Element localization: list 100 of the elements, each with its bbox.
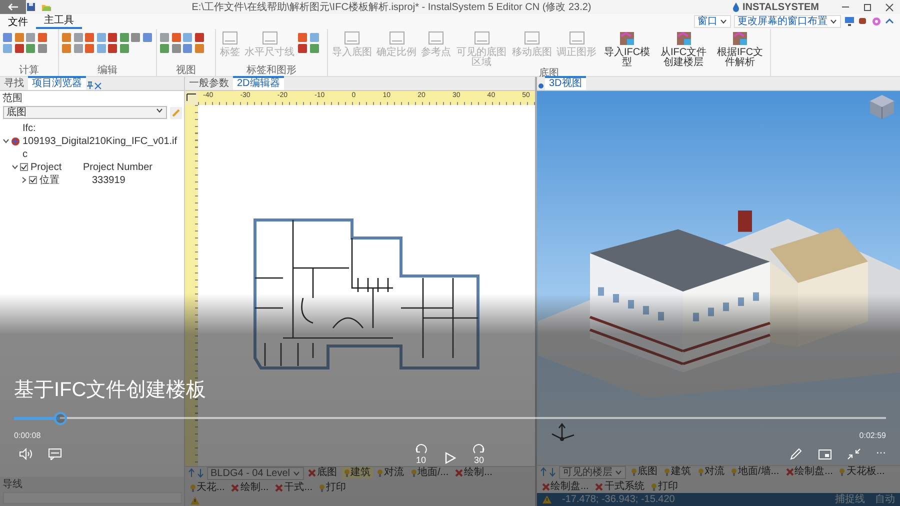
volume-icon: [19, 448, 33, 460]
layer-tab[interactable]: 天花...: [188, 482, 227, 494]
ribbon-button[interactable]: 根据IFC文件解析: [713, 30, 767, 68]
pin-icon[interactable]: [86, 80, 94, 90]
floor-select[interactable]: 可见的楼层: [558, 466, 626, 478]
rewind-button[interactable]: 10: [414, 444, 428, 464]
panel-tab[interactable]: 寻找: [0, 78, 28, 90]
ribbon-tool-icon: [523, 30, 541, 47]
picture-in-picture-button[interactable]: [818, 448, 832, 460]
ribbon-tool-icon: [472, 30, 490, 47]
layer-tab[interactable]: 打印: [648, 481, 680, 493]
dropdown-button[interactable]: 更改屏幕的窗口布置: [734, 15, 841, 28]
ribbon-tab[interactable]: 文件: [0, 16, 36, 29]
layer-tab[interactable]: 绘制盘...: [540, 481, 591, 493]
tree-label[interactable]: 位置: [40, 174, 90, 186]
folder-icon[interactable]: [41, 2, 51, 12]
ribbon-tool-icon: [618, 30, 636, 47]
scope-select[interactable]: 底图: [2, 106, 167, 119]
tree-label[interactable]: Project: [30, 160, 80, 174]
window-title: E:\工作文件\在线帮助\解析图元\IFC楼板解析.isproj* - InstalSystem 5 Editor CN (修改 23.2): [192, 2, 592, 12]
video-title: 基于IFC文件创建楼板: [14, 378, 206, 402]
coordinates-text: -17.478; -36.943; -15.420: [562, 493, 676, 506]
expand-caret-icon[interactable]: [12, 164, 18, 170]
status-toggle[interactable]: 捕捉线: [835, 493, 865, 506]
editor-tab[interactable]: 一般参数: [185, 78, 233, 90]
ribbon-tool-icon: [674, 30, 692, 47]
layer-tab[interactable]: 干式系统: [593, 481, 646, 493]
layer-tab[interactable]: 打印: [317, 482, 348, 494]
collapse-caret-icon[interactable]: [20, 177, 26, 183]
forward-button[interactable]: 30: [472, 444, 486, 464]
group-label: 计算: [18, 65, 40, 76]
status-toggle[interactable]: 自动: [875, 493, 895, 506]
logo-drop-icon: [732, 2, 740, 12]
group-label: 视图: [175, 65, 197, 76]
layer-tab[interactable]: 地面/...: [408, 467, 451, 479]
ribbon-tool-icon: [388, 30, 406, 47]
save-icon[interactable]: [26, 2, 36, 12]
ruler-corner-icon: [185, 91, 198, 105]
layer-tab[interactable]: 绘制...: [453, 467, 494, 479]
rewind-icon: [414, 444, 428, 456]
more-button[interactable]: ⋯: [876, 450, 886, 458]
layer-tab[interactable]: 天花板...: [837, 466, 887, 478]
subtitles-icon: [48, 448, 62, 460]
pen-icon: [789, 448, 803, 460]
up-arrow-icon[interactable]: [540, 467, 546, 477]
down-arrow-icon[interactable]: [197, 468, 204, 478]
close-icon[interactable]: [94, 80, 102, 90]
warning-icon: [542, 495, 552, 504]
down-arrow-icon[interactable]: [549, 467, 556, 477]
volume-button[interactable]: [19, 448, 33, 460]
group-label: 编辑: [96, 65, 118, 76]
dropdown-caret-icon: [615, 468, 622, 476]
restore-icon: [862, 2, 872, 12]
ribbon-button[interactable]: 导入IFC模型: [600, 30, 654, 68]
tree-label[interactable]: Ifc: 109193_Digital210King_IFC_v01.ifc: [22, 122, 182, 160]
layer-tab[interactable]: 建筑: [662, 466, 693, 478]
ribbon-tool-icon: [221, 30, 239, 47]
layer-tab[interactable]: 地面/墙...: [729, 466, 782, 478]
tree-value: Project Number: [83, 160, 152, 174]
shrink-icon: [847, 448, 861, 460]
floor-select[interactable]: BLDG4 - 04 Level: [206, 466, 304, 480]
layer-tab[interactable]: 底图: [306, 467, 339, 479]
warning-icon: [190, 496, 200, 504]
layer-tab[interactable]: 底图: [628, 466, 660, 478]
ribbon-tool-icon: [260, 30, 278, 47]
dropdown-caret-icon: [156, 107, 163, 114]
forward-icon: [472, 444, 486, 456]
pen-button[interactable]: [789, 448, 803, 460]
checkbox[interactable]: [29, 176, 37, 184]
view-tab[interactable]: 3D视图: [545, 76, 586, 90]
back-button[interactable]: [0, 0, 26, 14]
layer-tab[interactable]: 绘制盘...: [784, 466, 835, 478]
layer-tab[interactable]: 绘制...: [229, 482, 271, 494]
layer-tab[interactable]: 建筑: [342, 467, 372, 479]
back-arrow-icon: [7, 3, 19, 11]
play-button[interactable]: [443, 452, 457, 464]
play-icon: [443, 452, 457, 464]
view-cube-icon[interactable]: [869, 94, 895, 120]
dropdown-button[interactable]: 窗口: [694, 15, 731, 28]
subtitles-button[interactable]: [48, 448, 62, 460]
logo-text: INSTALSYSTEM: [742, 0, 819, 14]
close-icon: [884, 2, 894, 12]
panel-tab[interactable]: 项目浏览器: [28, 76, 86, 90]
up-arrow-icon[interactable]: [188, 468, 194, 478]
monitor-icon[interactable]: [844, 16, 854, 27]
elapsed-time: 0:00:08: [14, 430, 41, 442]
duration-time: 0:02:59: [859, 430, 886, 442]
dropdown-caret-icon: [292, 470, 300, 476]
pencil-icon[interactable]: [170, 106, 182, 118]
layer-tab[interactable]: 对流: [696, 466, 726, 478]
scope-label: 范围: [2, 92, 24, 106]
checkbox[interactable]: [20, 163, 28, 171]
layer-tab[interactable]: 干式...: [273, 482, 315, 494]
shrink-button[interactable]: [847, 448, 861, 460]
layer-tab[interactable]: 对流: [375, 467, 406, 479]
progress-thumb[interactable]: [54, 412, 68, 424]
ribbon-tool-icon: [343, 30, 361, 47]
expand-caret-icon[interactable]: [2, 138, 8, 144]
editor-tab[interactable]: 2D编辑器: [233, 76, 284, 90]
ribbon-button[interactable]: 从IFC文件创建楼层: [656, 30, 710, 68]
